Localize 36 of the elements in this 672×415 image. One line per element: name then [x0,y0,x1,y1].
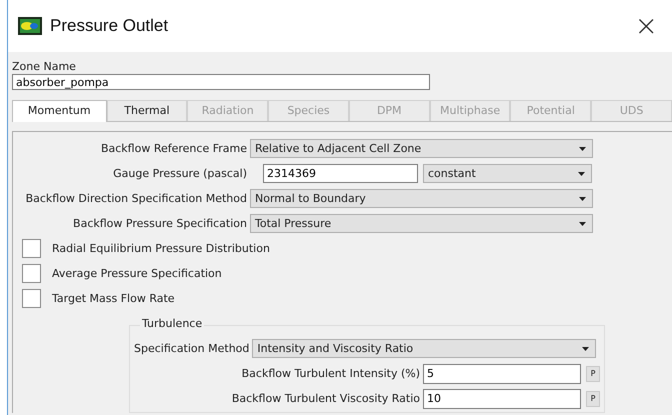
caret-icon [578,172,585,176]
close-button[interactable]: × [634,12,658,40]
field-label: Backflow Reference Frame [100,142,248,155]
app-icon [18,17,42,35]
field-label: Backflow Pressure Specification [72,217,248,230]
field-label: Backflow Turbulent Viscosity Ratio [230,392,421,405]
parameter-button[interactable]: P [586,366,600,382]
caret-icon [579,222,586,226]
window-title: Pressure Outlet [50,16,168,36]
dropdown[interactable]: Intensity and Viscosity Ratio [252,339,596,358]
dropdown[interactable]: constant [423,164,592,183]
checkbox[interactable] [22,289,41,308]
value-field[interactable]: 2314369 [263,164,418,183]
field-label: Specification Method [133,342,250,355]
checkbox[interactable] [22,264,41,283]
value-field[interactable]: 10 [423,388,581,408]
field-label: Backflow Turbulent Intensity (%) [240,367,421,380]
dropdown[interactable]: Normal to Boundary [250,189,593,208]
checkbox-label: Target Mass Flow Rate [52,292,175,305]
group-title: Turbulence [140,317,204,330]
parameter-button[interactable]: P [586,390,600,406]
dropdown[interactable]: Relative to Adjacent Cell Zone [250,139,593,158]
value-field[interactable]: 5 [423,364,581,384]
caret-icon [579,146,586,150]
tab[interactable]: Momentum [12,100,107,122]
caret-icon [582,346,590,350]
checkbox-label: Radial Equilibrium Pressure Distribution [52,242,270,255]
dropdown[interactable]: Total Pressure [250,214,593,233]
zone-name-field[interactable]: absorber_pompa [12,74,430,90]
tab[interactable]: Thermal [106,100,188,121]
checkbox[interactable] [22,239,41,258]
field-label: Backflow Direction Specification Method [24,192,248,205]
caret-icon [579,196,586,200]
zone-name-label: Zone Name [12,60,77,73]
field-label: Gauge Pressure (pascal) [112,167,248,180]
checkbox-label: Average Pressure Specification [52,267,222,280]
